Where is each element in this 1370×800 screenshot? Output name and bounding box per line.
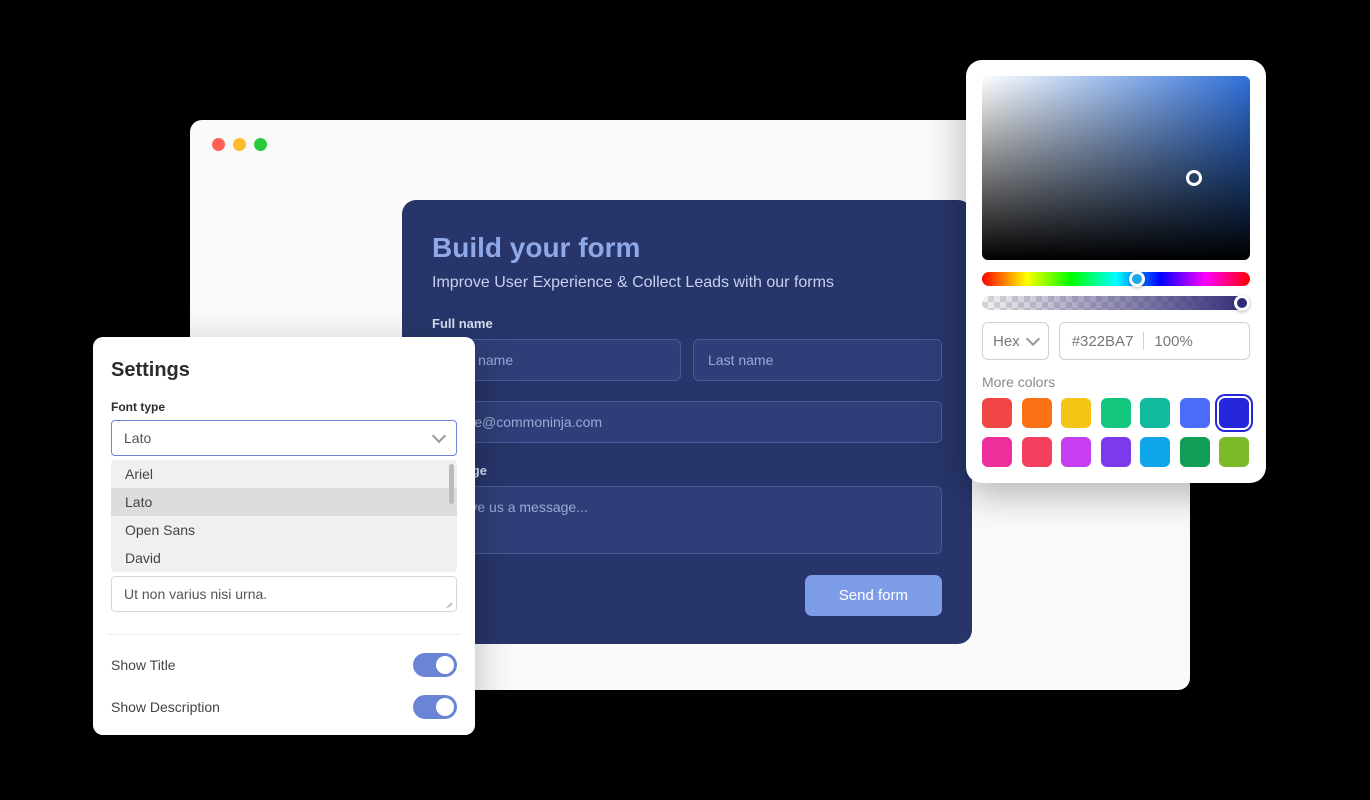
saturation-cursor-icon[interactable] (1186, 170, 1202, 186)
note-textarea[interactable]: Ut non varius nisi urna. (111, 576, 457, 612)
color-swatch[interactable] (1219, 398, 1249, 428)
color-swatch[interactable] (1061, 437, 1091, 467)
show-title-row: Show Title (111, 653, 457, 677)
form-subtitle: Improve User Experience & Collect Leads … (432, 274, 942, 292)
show-description-row: Show Description (111, 695, 457, 719)
alpha-slider[interactable] (982, 296, 1250, 310)
hex-input[interactable]: #322BA7 100% (1059, 322, 1250, 360)
form-card: Build your form Improve User Experience … (402, 200, 972, 644)
color-swatch[interactable] (1219, 437, 1249, 467)
format-value: Hex (993, 333, 1020, 350)
fullname-label: Full name (432, 316, 942, 331)
note-text: Ut non varius nisi urna. (124, 586, 267, 602)
email-input[interactable] (432, 401, 942, 443)
color-swatch[interactable] (982, 437, 1012, 467)
minimize-window-icon[interactable] (233, 138, 246, 151)
color-swatch[interactable] (1101, 398, 1131, 428)
toggle-knob (436, 656, 454, 674)
send-form-button[interactable]: Send form (805, 575, 942, 616)
show-title-toggle[interactable] (413, 653, 457, 677)
font-dropdown: Ariel Lato Open Sans David (111, 460, 457, 572)
show-description-toggle[interactable] (413, 695, 457, 719)
font-option-david[interactable]: David (111, 544, 457, 572)
close-window-icon[interactable] (212, 138, 225, 151)
color-format-select[interactable]: Hex (982, 322, 1049, 360)
chevron-down-icon (432, 429, 446, 443)
settings-panel: Settings Font type Lato Ariel Lato Open … (93, 337, 475, 735)
maximize-window-icon[interactable] (254, 138, 267, 151)
color-swatch-grid (982, 398, 1250, 467)
font-select-value: Lato (124, 430, 151, 446)
chevron-down-icon (1026, 332, 1040, 346)
color-swatch[interactable] (1022, 437, 1052, 467)
color-swatch[interactable] (982, 398, 1012, 428)
form-actions: Send form (432, 575, 942, 616)
show-title-label: Show Title (111, 657, 176, 673)
show-description-label: Show Description (111, 699, 220, 715)
color-swatch[interactable] (1140, 437, 1170, 467)
toggle-knob (436, 698, 454, 716)
color-swatch[interactable] (1180, 437, 1210, 467)
hue-thumb[interactable] (1129, 271, 1145, 287)
font-option-opensans[interactable]: Open Sans (111, 516, 457, 544)
font-select[interactable]: Lato (111, 420, 457, 456)
color-picker-panel: Hex #322BA7 100% More colors (966, 60, 1266, 483)
color-inputs-row: Hex #322BA7 100% (982, 322, 1250, 360)
message-label: Message (432, 463, 942, 478)
alpha-thumb[interactable] (1234, 295, 1250, 311)
settings-title: Settings (111, 359, 457, 382)
saturation-field[interactable] (982, 76, 1250, 260)
email-row (432, 401, 942, 443)
color-swatch[interactable] (1140, 398, 1170, 428)
settings-divider (107, 634, 461, 635)
more-colors-label: More colors (982, 374, 1250, 390)
color-swatch[interactable] (1022, 398, 1052, 428)
color-swatch[interactable] (1061, 398, 1091, 428)
message-textarea[interactable] (432, 486, 942, 554)
alpha-value: 100% (1154, 333, 1192, 350)
form-title: Build your form (432, 232, 942, 264)
font-type-label: Font type (111, 400, 457, 414)
dropdown-scrollbar[interactable] (449, 464, 454, 504)
color-swatch[interactable] (1180, 398, 1210, 428)
color-swatch[interactable] (1101, 437, 1131, 467)
font-option-lato[interactable]: Lato (111, 488, 457, 516)
hex-divider (1143, 332, 1144, 350)
resize-handle-icon[interactable] (443, 598, 453, 608)
fullname-row (432, 339, 942, 381)
lastname-input[interactable] (693, 339, 942, 381)
hex-value: #322BA7 (1072, 333, 1134, 350)
hue-slider[interactable] (982, 272, 1250, 286)
font-option-ariel[interactable]: Ariel (111, 460, 457, 488)
